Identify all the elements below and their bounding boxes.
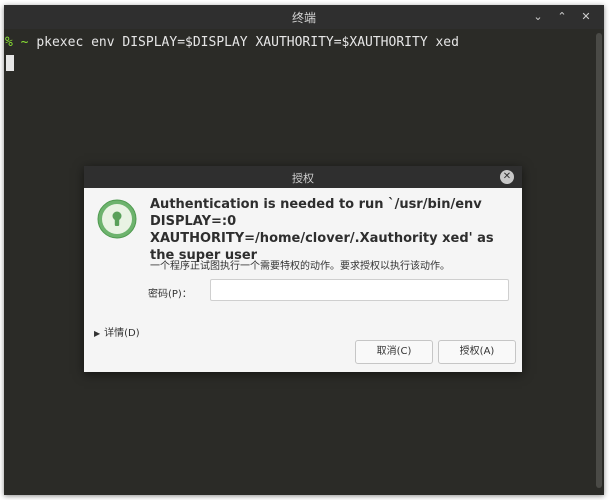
password-label: 密码(P)：	[148, 289, 192, 300]
lock-icon	[97, 199, 137, 239]
details-label: 详情(D)	[104, 328, 140, 339]
dialog-titlebar[interactable]: 授权 ✕	[84, 166, 522, 188]
terminal-title: 终端	[291, 11, 316, 25]
authorize-button[interactable]: 授权(A)	[438, 340, 516, 364]
auth-dialog: 授权 ✕ Authentication is needed to run `/u…	[84, 166, 522, 372]
dialog-close-icon[interactable]: ✕	[500, 170, 514, 184]
command-line: % ~ pkexec env DISPLAY=$DISPLAY XAUTHORI…	[5, 35, 459, 50]
expand-arrow-icon: ▶	[94, 329, 101, 338]
details-toggle[interactable]: ▶ 详情(D)	[94, 324, 140, 339]
password-input[interactable]	[210, 279, 509, 301]
scrollbar-thumb[interactable]	[596, 33, 602, 488]
prompt-path: ~	[20, 35, 29, 50]
maximize-icon[interactable]: ⌃	[553, 8, 571, 26]
terminal-cursor	[6, 55, 14, 71]
dialog-heading: Authentication is needed to run `/usr/bi…	[150, 197, 494, 263]
command-text: pkexec env DISPLAY=$DISPLAY XAUTHORITY=$…	[36, 35, 459, 50]
dialog-description: 一个程序正试图执行一个需要特权的动作。要求授权以执行该动作。	[150, 261, 450, 272]
close-icon[interactable]: ✕	[577, 8, 595, 26]
terminal-scrollbar[interactable]	[594, 29, 604, 495]
cancel-button[interactable]: 取消(C)	[355, 340, 433, 364]
dialog-title: 授权	[292, 172, 314, 185]
prompt-symbol: %	[5, 35, 13, 50]
terminal-titlebar[interactable]: 终端 ⌄ ⌃ ✕	[4, 5, 604, 29]
minimize-icon[interactable]: ⌄	[529, 8, 547, 26]
